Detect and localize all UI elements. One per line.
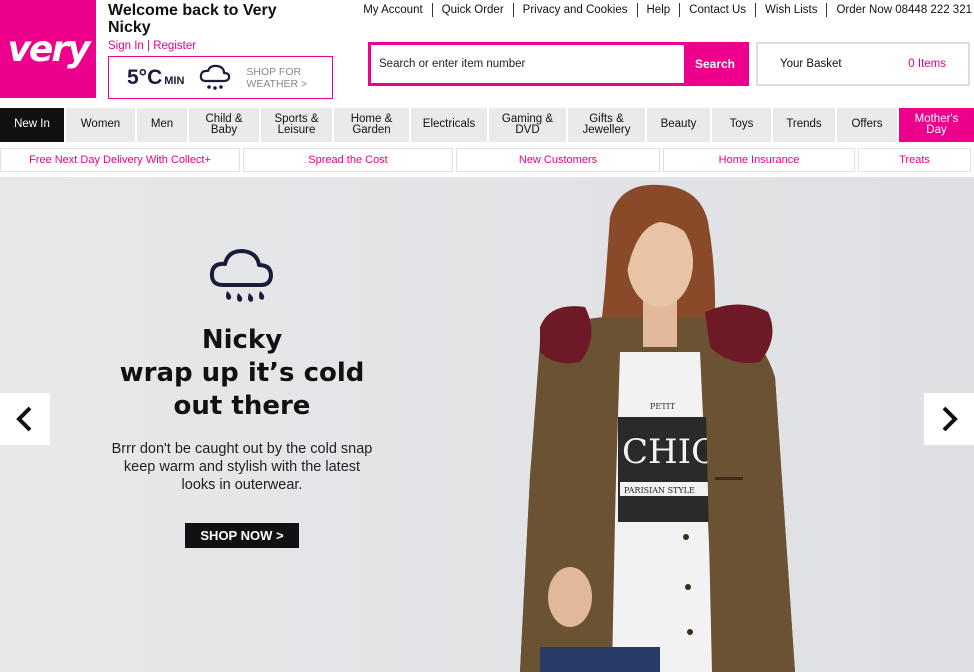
shop-now-button[interactable]: SHOP NOW > <box>185 523 299 548</box>
chevron-right-icon <box>942 406 958 432</box>
carousel-next-button[interactable] <box>924 393 974 445</box>
tee-text-parisian: PARISIAN STYLE <box>624 486 695 495</box>
promo-spread-cost[interactable]: Spread the Cost <box>243 148 453 172</box>
nav-label-2: Jewellery <box>582 124 631 136</box>
nav-gifts-jewellery[interactable]: Gifts & Jewellery <box>568 108 645 142</box>
carousel-prev-button[interactable] <box>0 393 50 445</box>
nav-label: Toys <box>729 118 754 131</box>
shop-for-weather-link[interactable]: SHOP FOR WEATHER > <box>246 66 307 90</box>
hero-subtext: Brrr don't be caught out by the cold sna… <box>80 440 404 494</box>
hero-headline: Nicky wrap up it’s cold out there <box>80 324 404 423</box>
nav-beauty[interactable]: Beauty <box>647 108 710 142</box>
hero-model-image: PETIT CHIC PARISIAN STYLE <box>520 184 795 672</box>
top-links: My Account Quick Order Privacy and Cooki… <box>354 3 974 17</box>
nav-child-baby[interactable]: Child & Baby <box>189 108 259 142</box>
shop-weather-line-2: WEATHER > <box>246 77 308 90</box>
basket-count: 0 Items <box>908 58 946 70</box>
rain-cloud-icon <box>200 64 231 90</box>
search-input[interactable]: Search or enter item number <box>371 45 684 83</box>
nav-label: Electricals <box>422 118 476 131</box>
auth-links: Sign In | Register <box>108 40 348 52</box>
nav-label: Trends <box>786 118 822 131</box>
tee-text-chic: CHIC <box>622 432 717 472</box>
nav-toys[interactable]: Toys <box>712 108 771 142</box>
promo-free-delivery[interactable]: Free Next Day Delivery With Collect+ <box>0 148 240 172</box>
nav-label: Beauty <box>660 118 697 131</box>
quick-order-link[interactable]: Quick Order <box>433 3 514 17</box>
basket-label: Your Basket <box>780 58 842 70</box>
nav-label-2: Day <box>926 124 947 136</box>
nav-new-in[interactable]: New In <box>0 108 64 142</box>
basket-widget[interactable]: Your Basket 0 Items <box>756 42 970 86</box>
weather-widget[interactable]: 5°C MIN SHOP FOR WEATHER > <box>108 56 333 99</box>
hero-headline-line-3: out there <box>173 391 311 421</box>
shop-weather-line-1: SHOP FOR <box>246 65 302 78</box>
nav-label-2: Leisure <box>277 124 316 136</box>
logo-text: very <box>7 28 90 70</box>
rain-cloud-icon <box>209 249 273 302</box>
promo-bar: Free Next Day Delivery With Collect+ Spr… <box>0 148 974 172</box>
nav-trends[interactable]: Trends <box>773 108 835 142</box>
hero-banner: Nicky wrap up it’s cold out there Brrr d… <box>0 177 974 672</box>
nav-mothers-day[interactable]: Mother's Day <box>899 108 974 142</box>
wish-lists-link[interactable]: Wish Lists <box>756 3 828 17</box>
nav-electricals[interactable]: Electricals <box>411 108 487 142</box>
main-nav: New In Women Men Child & Baby Sports & Lei… <box>0 108 974 142</box>
hero-sub-line-3: looks in outerwear. <box>181 477 303 493</box>
search-button[interactable]: Search <box>684 45 746 83</box>
welcome-title: Welcome back to Very Nicky <box>108 2 348 36</box>
welcome-line-1: Welcome back to Very <box>108 2 277 19</box>
promo-treats[interactable]: Treats <box>858 148 971 172</box>
hero-headline-line-2: wrap up it’s cold <box>119 358 365 388</box>
privacy-cookies-link[interactable]: Privacy and Cookies <box>514 3 638 17</box>
promo-new-customers[interactable]: New Customers <box>456 148 660 172</box>
sign-in-link[interactable]: Sign In <box>108 40 144 52</box>
contact-us-link[interactable]: Contact Us <box>680 3 757 17</box>
my-account-link[interactable]: My Account <box>354 3 433 17</box>
nav-label: Men <box>150 118 174 131</box>
auth-separator: | <box>147 40 151 52</box>
hero-sub-line-1: Brrr don't be caught out by the cold sna… <box>111 441 373 457</box>
nav-label: Women <box>80 118 121 131</box>
welcome-user-name: Nicky <box>108 19 151 36</box>
nav-offers[interactable]: Offers <box>837 108 897 142</box>
welcome-block: Welcome back to Very Nicky Sign In | Reg… <box>108 2 348 52</box>
help-link[interactable]: Help <box>638 3 681 17</box>
chevron-left-icon <box>16 406 32 432</box>
nav-men[interactable]: Men <box>137 108 187 142</box>
tee-text-petit: PETIT <box>650 402 676 411</box>
search-bar: Search or enter item number Search <box>368 42 749 86</box>
register-link[interactable]: Register <box>153 40 196 52</box>
very-logo[interactable]: very <box>0 0 96 98</box>
promo-home-insurance[interactable]: Home Insurance <box>663 148 855 172</box>
nav-label-2: Garden <box>352 124 391 136</box>
nav-label-2: Baby <box>210 124 238 136</box>
nav-label: New In <box>14 118 50 131</box>
nav-sports-leisure[interactable]: Sports & Leisure <box>261 108 332 142</box>
hero-sub-line-2: keep warm and stylish with the latest <box>123 459 361 475</box>
order-phone-link[interactable]: Order Now 08448 222 321 <box>827 3 974 17</box>
weather-min-label: MIN <box>164 74 185 87</box>
weather-temp: 5°C <box>127 65 163 89</box>
hero-headline-line-1: Nicky <box>201 325 283 355</box>
nav-home-garden[interactable]: Home & Garden <box>334 108 409 142</box>
nav-label: Offers <box>851 118 883 131</box>
nav-gaming-dvd[interactable]: Gaming & DVD <box>489 108 566 142</box>
nav-label-2: DVD <box>515 124 540 136</box>
nav-women[interactable]: Women <box>66 108 135 142</box>
